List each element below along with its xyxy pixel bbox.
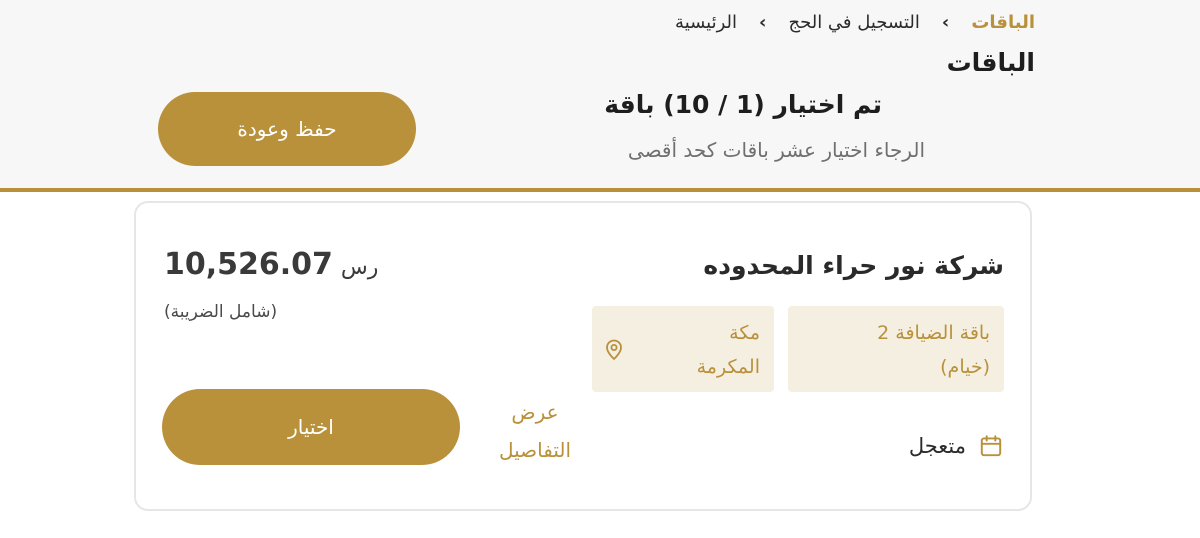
company-name: شركة نور حراء المحدوده <box>703 251 1004 280</box>
price: رس 10,526.07 <box>164 247 378 282</box>
price-amount: 10,526.07 <box>164 247 333 282</box>
chevron-right-icon: › <box>941 11 950 33</box>
breadcrumb-hajj-registration[interactable]: التسجيل في الحج <box>788 12 919 33</box>
location-chip: مكة المكرمة <box>592 306 774 392</box>
view-details-line1[interactable]: عرض <box>480 393 590 431</box>
schedule-row: متعجل <box>909 433 1004 459</box>
page: الرئيسية › التسجيل في الحج › الباقات الب… <box>0 0 1200 538</box>
map-pin-icon <box>606 339 622 360</box>
package-name-chip: باقة الضيافة 2 (خيام) <box>788 306 1004 392</box>
price-currency: رس <box>340 255 379 280</box>
save-and-return-button[interactable]: حفظ وعودة <box>158 92 416 166</box>
selection-count-title: تم اختيار (1 / 10) باقة <box>604 90 882 119</box>
selection-hint: الرجاء اختيار عشر باقات كحد أقصى <box>627 138 925 162</box>
package-type: (خيام) <box>940 356 990 378</box>
breadcrumb-packages: الباقات <box>971 11 1035 33</box>
package-name: باقة الضيافة 2 <box>877 322 990 344</box>
tax-note: (شامل الضريبة) <box>164 302 278 322</box>
select-package-button[interactable]: اختيار <box>162 389 460 465</box>
location-city-suffix: المكرمة <box>696 356 760 378</box>
schedule-label: متعجل <box>908 434 966 458</box>
breadcrumb-home[interactable]: الرئيسية <box>675 12 737 33</box>
page-title: الباقات <box>946 48 1035 77</box>
page-header: الرئيسية › التسجيل في الحج › الباقات الب… <box>0 0 1200 192</box>
location-city: مكة <box>729 322 760 344</box>
view-details-link[interactable]: عرض التفاصيل <box>480 393 590 469</box>
breadcrumb: الرئيسية › التسجيل في الحج › الباقات <box>675 8 1035 36</box>
view-details-line2[interactable]: التفاصيل <box>480 431 590 469</box>
calendar-icon <box>980 435 1002 457</box>
package-card: شركة نور حراء المحدوده باقة الضيافة 2 (خ… <box>134 201 1032 511</box>
chevron-right-icon: › <box>759 11 767 33</box>
